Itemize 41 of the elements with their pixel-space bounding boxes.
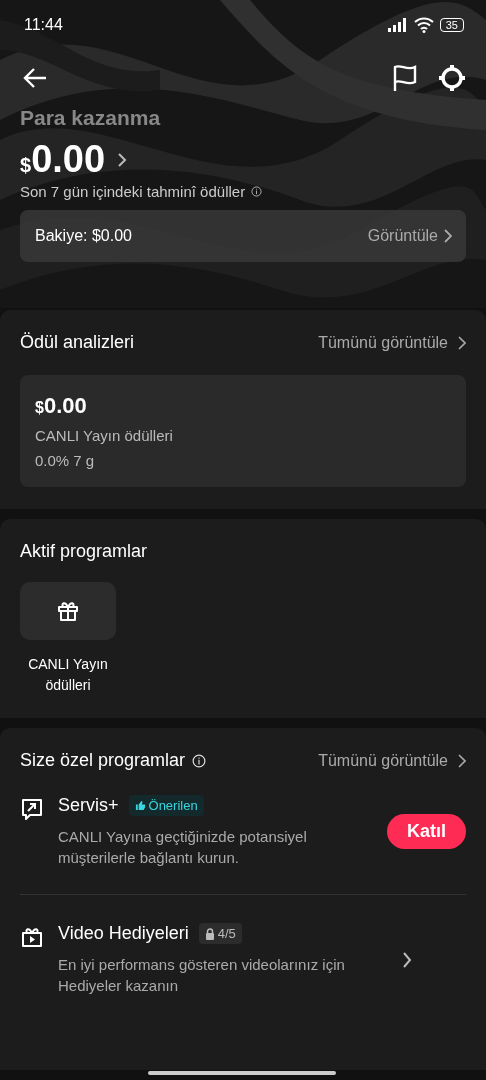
program-label: CANLI Yayın ödülleri: [27, 655, 109, 695]
signal-icon: [387, 18, 408, 32]
reward-card[interactable]: $0.00 CANLI Yayın ödülleri 0.0% 7 g: [20, 375, 466, 487]
recommended-badge: Önerilen: [128, 795, 204, 816]
battery-level: 35: [439, 18, 464, 32]
settings-icon[interactable]: [438, 64, 466, 92]
wifi-icon: [413, 17, 434, 33]
chevron-icon[interactable]: [402, 950, 412, 969]
section-title: Aktif programlar: [20, 541, 148, 562]
section-title: Ödül analizleri: [20, 332, 135, 353]
view-link[interactable]: Görüntüle: [367, 227, 452, 245]
earnings-subtitle: Son 7 gün içindeki tahminî ödüller: [20, 183, 246, 200]
gift-icon: [56, 599, 80, 623]
back-icon[interactable]: [22, 67, 48, 89]
chevron-icon: [444, 229, 452, 243]
reward-label: CANLI Yayın ödülleri: [35, 427, 174, 444]
chevron-icon[interactable]: [117, 151, 128, 168]
status-time: 11:44: [24, 16, 63, 34]
gift-play-icon: [20, 925, 44, 949]
program-tile[interactable]: [20, 582, 116, 640]
program-name: Servis+: [58, 795, 119, 816]
lock-badge: 4/5: [198, 923, 242, 944]
view-all-link[interactable]: Tümünü görüntüle: [318, 751, 466, 770]
info-icon[interactable]: [251, 186, 263, 197]
page-title: Para kazanma: [20, 106, 162, 130]
balance-card[interactable]: Bakiye: $0.00 Görüntüle: [20, 210, 466, 262]
balance-text: Bakiye: $0.00: [35, 227, 132, 245]
join-button[interactable]: Katıl: [387, 814, 466, 849]
chevron-icon: [458, 335, 466, 350]
section-title: Size özel programlar: [20, 750, 186, 771]
program-description: En iyi performans gösteren videolarınız için Hediyeler kazanın: [58, 955, 346, 996]
view-all-link[interactable]: Tümünü görüntüle: [318, 333, 466, 352]
chat-arrow-icon: [20, 797, 44, 821]
reward-amount: $0.00: [35, 393, 88, 419]
chevron-icon: [458, 753, 466, 768]
earnings-amount: $0.00: [20, 138, 106, 181]
program-description: CANLI Yayına geçtiğinizde potansiyel müşterilerle bağlantı kurun.: [58, 827, 308, 868]
flag-icon[interactable]: [392, 64, 418, 92]
program-name: Video Hediyeleri: [58, 923, 189, 944]
info-icon[interactable]: [192, 753, 207, 768]
reward-change: 0.0% 7 g: [35, 452, 96, 469]
